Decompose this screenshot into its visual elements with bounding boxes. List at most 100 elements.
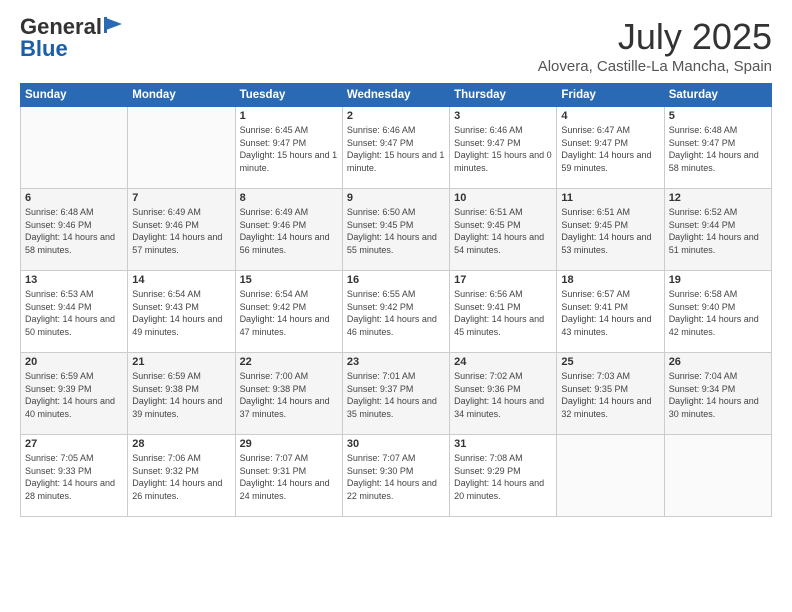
calendar-cell: 30 Sunrise: 7:07 AM Sunset: 9:30 PM Dayli… <box>342 435 449 517</box>
calendar-cell <box>664 435 771 517</box>
day-info: Sunrise: 7:04 AM Sunset: 9:34 PM Dayligh… <box>669 370 767 420</box>
day-info: Sunrise: 6:46 AM Sunset: 9:47 PM Dayligh… <box>454 124 552 174</box>
day-number: 4 <box>561 110 659 122</box>
day-number: 8 <box>240 192 338 204</box>
calendar-cell: 11 Sunrise: 6:51 AM Sunset: 9:45 PM Dayli… <box>557 189 664 271</box>
day-info: Sunrise: 6:46 AM Sunset: 9:47 PM Dayligh… <box>347 124 445 174</box>
calendar-cell: 9 Sunrise: 6:50 AM Sunset: 9:45 PM Daylig… <box>342 189 449 271</box>
calendar-header-row: SundayMondayTuesdayWednesdayThursdayFrid… <box>21 84 772 107</box>
calendar-cell: 26Sunrise: 7:04 AM Sunset: 9:34 PM Dayli… <box>664 353 771 435</box>
calendar-cell: 31 Sunrise: 7:08 AM Sunset: 9:29 PM Dayli… <box>450 435 557 517</box>
calendar-cell: 15Sunrise: 6:54 AM Sunset: 9:42 PM Dayli… <box>235 271 342 353</box>
calendar-cell: 20 Sunrise: 6:59 AM Sunset: 9:39 PM Dayli… <box>21 353 128 435</box>
calendar-week-row: 6Sunrise: 6:48 AM Sunset: 9:46 PM Daylig… <box>21 189 772 271</box>
header-monday: Monday <box>128 84 235 107</box>
day-info: Sunrise: 6:52 AM Sunset: 9:44 PM Dayligh… <box>669 206 767 256</box>
day-number: 11 <box>561 192 659 204</box>
logo-general-text: General <box>20 16 102 38</box>
day-info: Sunrise: 6:47 AM Sunset: 9:47 PM Dayligh… <box>561 124 659 174</box>
day-info: Sunrise: 6:53 AM Sunset: 9:44 PM Dayligh… <box>25 288 123 338</box>
day-number: 16 <box>347 274 445 286</box>
day-number: 17 <box>454 274 552 286</box>
day-number: 9 <box>347 192 445 204</box>
calendar-cell: 14Sunrise: 6:54 AM Sunset: 9:43 PM Dayli… <box>128 271 235 353</box>
calendar-cell: 18Sunrise: 6:57 AM Sunset: 9:41 PM Dayli… <box>557 271 664 353</box>
day-number: 21 <box>132 356 230 368</box>
day-number: 12 <box>669 192 767 204</box>
day-info: Sunrise: 6:45 AM Sunset: 9:47 PM Dayligh… <box>240 124 338 174</box>
day-number: 20 <box>25 356 123 368</box>
header-wednesday: Wednesday <box>342 84 449 107</box>
day-info: Sunrise: 6:51 AM Sunset: 9:45 PM Dayligh… <box>454 206 552 256</box>
calendar-cell: 28 Sunrise: 7:06 AM Sunset: 9:32 PM Dayli… <box>128 435 235 517</box>
calendar-week-row: 20 Sunrise: 6:59 AM Sunset: 9:39 PM Dayli… <box>21 353 772 435</box>
day-info: Sunrise: 6:56 AM Sunset: 9:41 PM Dayligh… <box>454 288 552 338</box>
day-info: Sunrise: 6:51 AM Sunset: 9:45 PM Dayligh… <box>561 206 659 256</box>
day-info: Sunrise: 6:55 AM Sunset: 9:42 PM Dayligh… <box>347 288 445 338</box>
day-number: 15 <box>240 274 338 286</box>
calendar-cell: 23 Sunrise: 7:01 AM Sunset: 9:37 PM Dayli… <box>342 353 449 435</box>
day-number: 28 <box>132 438 230 450</box>
header-thursday: Thursday <box>450 84 557 107</box>
day-number: 7 <box>132 192 230 204</box>
calendar-cell: 5 Sunrise: 6:48 AM Sunset: 9:47 PM Daylig… <box>664 107 771 189</box>
day-info: Sunrise: 6:58 AM Sunset: 9:40 PM Dayligh… <box>669 288 767 338</box>
calendar-cell: 29 Sunrise: 7:07 AM Sunset: 9:31 PM Dayli… <box>235 435 342 517</box>
day-number: 1 <box>240 110 338 122</box>
day-number: 2 <box>347 110 445 122</box>
day-info: Sunrise: 6:50 AM Sunset: 9:45 PM Dayligh… <box>347 206 445 256</box>
day-info: Sunrise: 7:00 AM Sunset: 9:38 PM Dayligh… <box>240 370 338 420</box>
calendar-week-row: 1 Sunrise: 6:45 AM Sunset: 9:47 PM Daylig… <box>21 107 772 189</box>
day-number: 27 <box>25 438 123 450</box>
calendar-cell: 24 Sunrise: 7:02 AM Sunset: 9:36 PM Dayli… <box>450 353 557 435</box>
calendar-cell: 17 Sunrise: 6:56 AM Sunset: 9:41 PM Dayli… <box>450 271 557 353</box>
calendar-cell <box>128 107 235 189</box>
day-number: 29 <box>240 438 338 450</box>
day-info: Sunrise: 7:01 AM Sunset: 9:37 PM Dayligh… <box>347 370 445 420</box>
day-number: 30 <box>347 438 445 450</box>
calendar-cell: 3Sunrise: 6:46 AM Sunset: 9:47 PM Daylig… <box>450 107 557 189</box>
calendar-cell: 10Sunrise: 6:51 AM Sunset: 9:45 PM Dayli… <box>450 189 557 271</box>
day-info: Sunrise: 6:54 AM Sunset: 9:43 PM Dayligh… <box>132 288 230 338</box>
day-info: Sunrise: 7:07 AM Sunset: 9:31 PM Dayligh… <box>240 452 338 502</box>
calendar-cell: 22 Sunrise: 7:00 AM Sunset: 9:38 PM Dayli… <box>235 353 342 435</box>
month-title: July 2025 <box>538 16 772 58</box>
header-tuesday: Tuesday <box>235 84 342 107</box>
calendar-cell: 13Sunrise: 6:53 AM Sunset: 9:44 PM Dayli… <box>21 271 128 353</box>
day-info: Sunrise: 7:03 AM Sunset: 9:35 PM Dayligh… <box>561 370 659 420</box>
calendar-cell: 27Sunrise: 7:05 AM Sunset: 9:33 PM Dayli… <box>21 435 128 517</box>
calendar-cell: 2 Sunrise: 6:46 AM Sunset: 9:47 PM Daylig… <box>342 107 449 189</box>
day-number: 5 <box>669 110 767 122</box>
day-info: Sunrise: 6:49 AM Sunset: 9:46 PM Dayligh… <box>132 206 230 256</box>
logo-blue-text: Blue <box>20 38 124 60</box>
day-info: Sunrise: 7:06 AM Sunset: 9:32 PM Dayligh… <box>132 452 230 502</box>
calendar-cell: 1 Sunrise: 6:45 AM Sunset: 9:47 PM Daylig… <box>235 107 342 189</box>
day-info: Sunrise: 7:07 AM Sunset: 9:30 PM Dayligh… <box>347 452 445 502</box>
day-info: Sunrise: 6:59 AM Sunset: 9:38 PM Dayligh… <box>132 370 230 420</box>
header-saturday: Saturday <box>664 84 771 107</box>
day-info: Sunrise: 6:57 AM Sunset: 9:41 PM Dayligh… <box>561 288 659 338</box>
calendar-cell <box>557 435 664 517</box>
page-header: General Blue July 2025 Alovera, Castille… <box>20 16 772 75</box>
header-friday: Friday <box>557 84 664 107</box>
calendar-cell: 19 Sunrise: 6:58 AM Sunset: 9:40 PM Dayli… <box>664 271 771 353</box>
calendar-cell <box>21 107 128 189</box>
day-info: Sunrise: 7:08 AM Sunset: 9:29 PM Dayligh… <box>454 452 552 502</box>
logo: General Blue <box>20 16 124 60</box>
day-number: 24 <box>454 356 552 368</box>
title-area: July 2025 Alovera, Castille-La Mancha, S… <box>538 16 772 75</box>
calendar-cell: 25Sunrise: 7:03 AM Sunset: 9:35 PM Dayli… <box>557 353 664 435</box>
day-number: 31 <box>454 438 552 450</box>
day-info: Sunrise: 6:59 AM Sunset: 9:39 PM Dayligh… <box>25 370 123 420</box>
calendar-cell: 12 Sunrise: 6:52 AM Sunset: 9:44 PM Dayli… <box>664 189 771 271</box>
day-info: Sunrise: 6:48 AM Sunset: 9:47 PM Dayligh… <box>669 124 767 174</box>
day-info: Sunrise: 6:49 AM Sunset: 9:46 PM Dayligh… <box>240 206 338 256</box>
day-info: Sunrise: 7:02 AM Sunset: 9:36 PM Dayligh… <box>454 370 552 420</box>
location-title: Alovera, Castille-La Mancha, Spain <box>538 58 772 75</box>
day-number: 23 <box>347 356 445 368</box>
logo-flag-icon <box>104 16 124 34</box>
day-number: 22 <box>240 356 338 368</box>
day-number: 6 <box>25 192 123 204</box>
calendar-week-row: 13Sunrise: 6:53 AM Sunset: 9:44 PM Dayli… <box>21 271 772 353</box>
day-number: 19 <box>669 274 767 286</box>
